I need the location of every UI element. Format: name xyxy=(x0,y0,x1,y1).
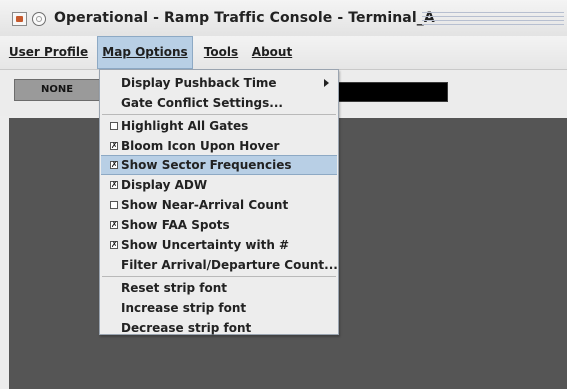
menu-item-highlight-all-gates[interactable]: Highlight All Gates xyxy=(101,116,337,136)
menu-about[interactable]: About xyxy=(248,36,296,69)
menu-item-label: Increase strip font xyxy=(121,301,247,315)
none-button[interactable]: NONE xyxy=(14,79,100,101)
title-bar-grip[interactable] xyxy=(422,12,564,25)
window-title: Operational - Ramp Traffic Console - Ter… xyxy=(54,10,435,26)
menu-item-show-near-arrival-count[interactable]: Show Near-Arrival Count xyxy=(101,195,337,215)
menu-map-options[interactable]: Map Options xyxy=(97,36,193,69)
menu-item-display-pushback-time[interactable]: Display Pushback Time xyxy=(101,73,337,93)
menu-item-label: Reset strip font xyxy=(121,281,227,295)
menu-item-label: Show FAA Spots xyxy=(121,218,230,232)
checkbox-icon[interactable]: ✗ xyxy=(110,142,118,150)
menu-item-bloom-icon-upon-hover[interactable]: ✗ Bloom Icon Upon Hover xyxy=(101,136,337,156)
menu-user-profile[interactable]: User Profile xyxy=(0,36,97,69)
menu-item-label: Show Uncertainty with # xyxy=(121,238,290,252)
checkbox-icon[interactable]: ✗ xyxy=(110,161,118,169)
menu-item-reset-strip-font[interactable]: Reset strip font xyxy=(101,278,337,298)
menu-item-label: Bloom Icon Upon Hover xyxy=(121,139,280,153)
menu-item-gate-conflict-settings[interactable]: Gate Conflict Settings... xyxy=(101,93,337,113)
map-options-dropdown: Display Pushback Time Gate Conflict Sett… xyxy=(99,69,339,335)
menu-item-increase-strip-font[interactable]: Increase strip font xyxy=(101,298,337,318)
checkbox-icon[interactable] xyxy=(110,201,118,209)
menu-separator xyxy=(102,114,336,115)
menu-item-label: Display Pushback Time xyxy=(121,76,277,90)
menu-item-decrease-strip-font[interactable]: Decrease strip font xyxy=(101,318,337,338)
menu-item-show-faa-spots[interactable]: ✗ Show FAA Spots xyxy=(101,215,337,235)
checkbox-icon[interactable] xyxy=(110,122,118,130)
menu-item-filter-arrival-departure-count[interactable]: Filter Arrival/Departure Count... xyxy=(101,255,338,275)
menu-item-label: Show Near-Arrival Count xyxy=(121,198,289,212)
menu-tools-label: Tools xyxy=(203,45,239,59)
menu-item-show-sector-frequencies[interactable]: ✗ Show Sector Frequencies xyxy=(101,155,337,175)
menu-item-label: Filter Arrival/Departure Count... xyxy=(121,258,338,272)
checkbox-icon[interactable]: ✗ xyxy=(110,181,118,189)
submenu-arrow-icon xyxy=(324,79,329,87)
title-bar: Operational - Ramp Traffic Console - Ter… xyxy=(0,0,567,36)
menu-item-label: Decrease strip font xyxy=(121,321,252,335)
menu-about-label: About xyxy=(251,45,293,59)
status-field xyxy=(335,82,448,102)
menu-item-display-adw[interactable]: ✗ Display ADW xyxy=(101,175,337,195)
menu-tools[interactable]: Tools xyxy=(196,36,246,69)
app-window-icon[interactable] xyxy=(12,12,27,26)
menu-separator xyxy=(102,276,336,277)
menu-bar: User Profile Map Options Tools About xyxy=(0,36,567,70)
menu-map-options-label: Map Options xyxy=(102,45,188,59)
checkbox-icon[interactable]: ✗ xyxy=(110,241,118,249)
menu-item-label: Highlight All Gates xyxy=(121,119,249,133)
checkbox-icon[interactable]: ✗ xyxy=(110,221,118,229)
menu-item-label: Gate Conflict Settings... xyxy=(121,96,283,110)
menu-item-label: Show Sector Frequencies xyxy=(121,158,292,172)
menu-item-label: Display ADW xyxy=(121,178,208,192)
menu-user-profile-label: User Profile xyxy=(8,45,89,59)
menu-item-show-uncertainty[interactable]: ✗ Show Uncertainty with # xyxy=(101,235,337,255)
window-menu-icon[interactable] xyxy=(32,12,46,26)
